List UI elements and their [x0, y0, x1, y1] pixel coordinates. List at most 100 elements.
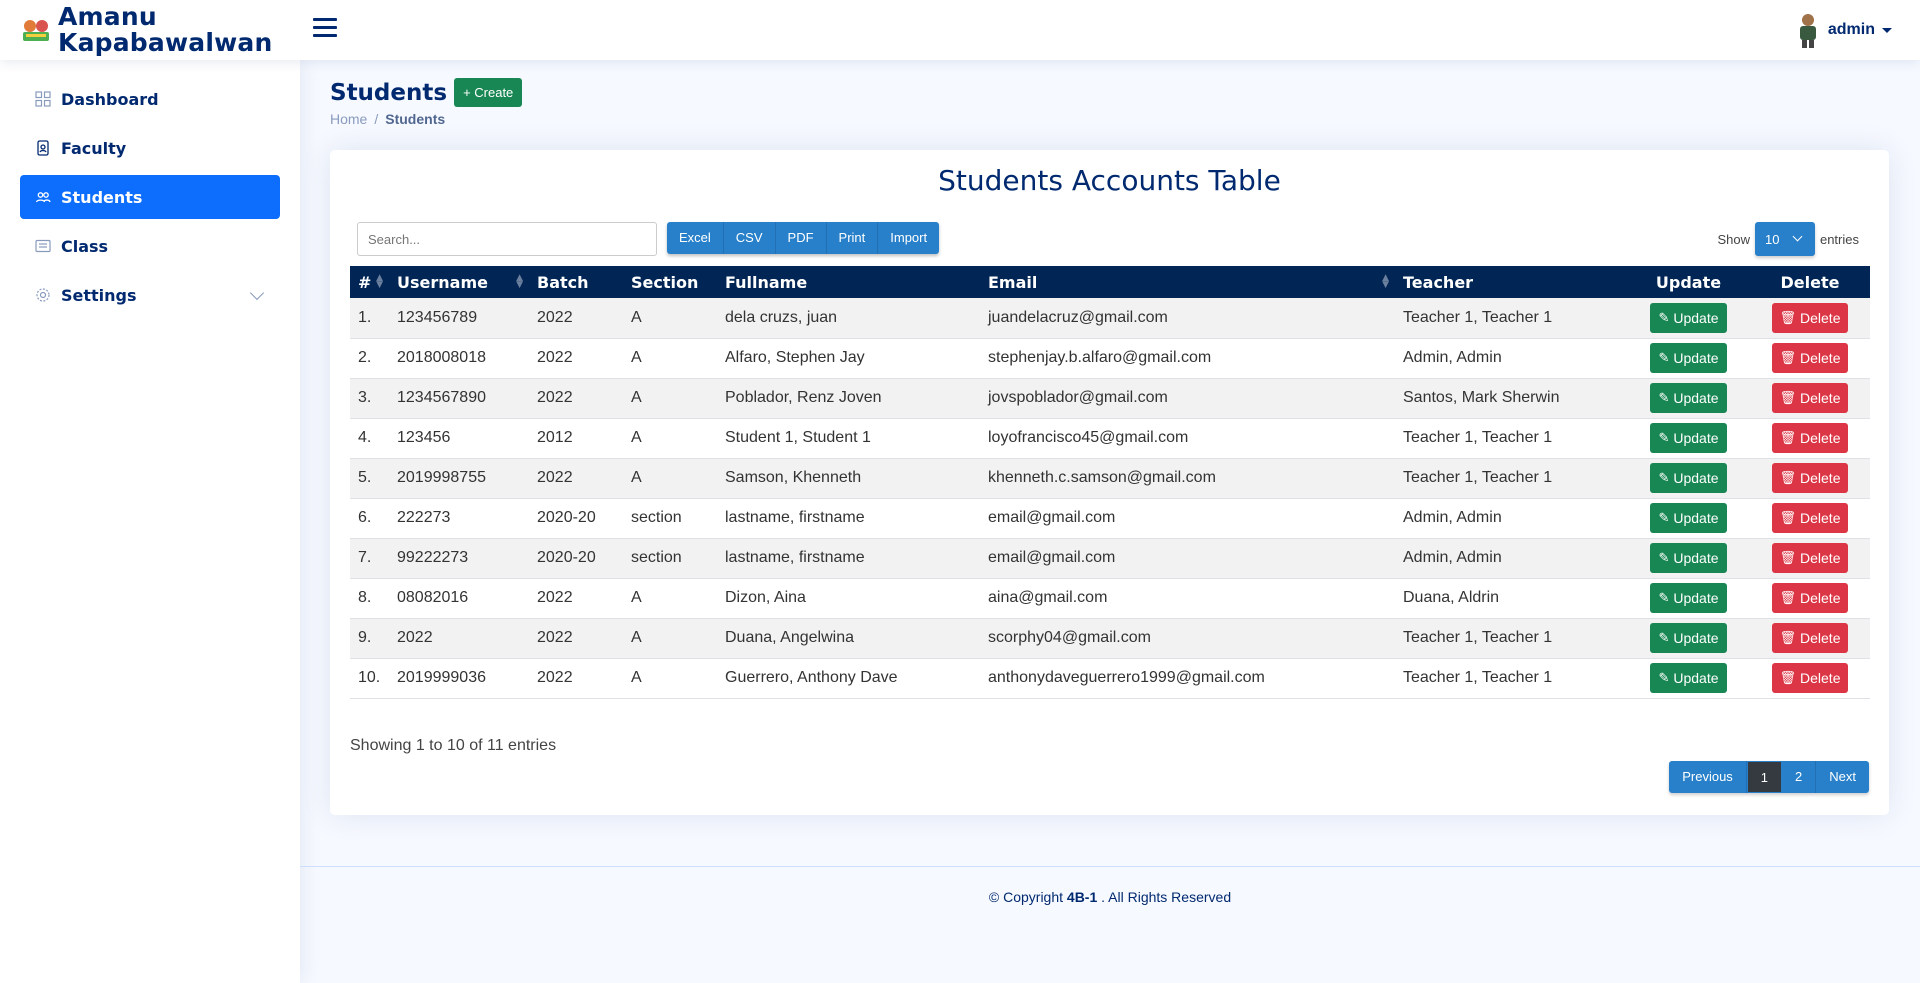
update-button[interactable]: ✎ Update	[1650, 302, 1727, 333]
import-button[interactable]: Import	[878, 222, 940, 254]
pencil-icon: ✎	[1658, 590, 1670, 605]
cell-delete: 🗑 Delete	[1750, 578, 1870, 618]
pencil-icon: ✎	[1658, 470, 1670, 485]
logo[interactable]: Amanu Kapabawalwan	[20, 4, 300, 56]
search-input[interactable]	[357, 222, 657, 256]
sidebar-item-dashboard[interactable]: Dashboard	[20, 77, 280, 121]
delete-button[interactable]: 🗑 Delete	[1771, 343, 1849, 373]
table-row: 5. 2019998755 2022 A Samson, Khenneth khennet…	[350, 458, 1870, 498]
csv-button[interactable]: CSV	[723, 222, 776, 254]
sidebar-item-class[interactable]: Class	[20, 224, 280, 268]
trash-icon: 🗑	[1779, 430, 1797, 445]
update-label: Update	[1673, 630, 1719, 646]
pencil-icon: ✎	[1658, 309, 1670, 325]
trash-icon: 🗑	[1779, 670, 1797, 685]
update-label: Update	[1673, 309, 1719, 326]
page-length-select[interactable]: 10	[1754, 222, 1815, 256]
column-header-update: Update	[1655, 272, 1722, 292]
pdf-button[interactable]: PDF	[775, 222, 827, 254]
breadcrumb-separator: /	[374, 111, 379, 127]
toggle-sidebar-icon[interactable]	[313, 18, 337, 42]
delete-label: Delete	[1800, 390, 1841, 406]
column-header-delete: Delete	[1780, 272, 1840, 292]
column-header-teacher[interactable]: Teacher	[1395, 266, 1627, 298]
previous-page-button[interactable]: Previous	[1669, 761, 1747, 793]
trash-icon: 🗑	[1779, 550, 1797, 565]
update-button[interactable]: ✎ Update	[1650, 423, 1727, 453]
delete-button[interactable]: 🗑 Delete	[1771, 302, 1849, 333]
trash-icon: 🗑	[1779, 510, 1797, 525]
delete-label: Delete	[1800, 630, 1841, 646]
cell-batch: 2022	[537, 589, 573, 606]
delete-button[interactable]: 🗑 Delete	[1771, 423, 1849, 453]
cell-number: 2.	[358, 349, 372, 366]
cell-fullname: Duana, Angelwina	[725, 629, 854, 646]
update-button[interactable]: ✎ Update	[1650, 503, 1727, 533]
update-label: Update	[1673, 590, 1719, 606]
delete-label: Delete	[1800, 430, 1841, 446]
chevron-down-icon	[249, 285, 265, 301]
delete-button[interactable]: 🗑 Delete	[1771, 463, 1849, 493]
delete-button[interactable]: 🗑 Delete	[1771, 543, 1849, 573]
page-1-button[interactable]: 1	[1746, 761, 1783, 793]
cell-teacher: Teacher 1, Teacher 1	[1403, 669, 1553, 686]
sidebar-item-label: Students	[61, 187, 143, 207]
create-button[interactable]: + Create	[454, 78, 523, 107]
update-button[interactable]: ✎ Update	[1650, 343, 1727, 373]
cell-batch: 2022	[537, 469, 573, 486]
update-button[interactable]: ✎ Update	[1650, 383, 1727, 413]
cell-email: aina@gmail.com	[988, 589, 1108, 606]
update-label: Update	[1673, 350, 1719, 366]
cell-email: scorphy04@gmail.com	[988, 629, 1151, 646]
sidebar-item-settings[interactable]: Settings	[20, 273, 280, 317]
update-button[interactable]: ✎ Update	[1650, 663, 1727, 693]
sidebar-item-label: Faculty	[61, 138, 127, 158]
delete-label: Delete	[1800, 510, 1841, 526]
page-2-button[interactable]: 2	[1782, 761, 1817, 793]
app-title-line1: Amanu	[58, 2, 157, 31]
excel-button[interactable]: Excel	[667, 222, 724, 254]
profile-dropdown[interactable]: admin	[1796, 12, 1892, 48]
column-header-batch[interactable]: Batch	[529, 266, 623, 298]
delete-label: Delete	[1800, 470, 1841, 486]
print-button[interactable]: Print	[826, 222, 879, 254]
update-button[interactable]: ✎ Update	[1650, 463, 1727, 493]
update-button[interactable]: ✎ Update	[1650, 543, 1727, 573]
breadcrumb-home[interactable]: Home	[330, 111, 367, 127]
table-info: Showing 1 to 10 of 11 entries	[350, 737, 557, 754]
column-header-number[interactable]: # ▲ ▼	[350, 266, 389, 298]
delete-button[interactable]: 🗑 Delete	[1771, 503, 1849, 533]
cell-teacher: Admin, Admin	[1403, 509, 1502, 526]
trash-icon: 🗑	[1779, 309, 1797, 325]
delete-button[interactable]: 🗑 Delete	[1771, 383, 1849, 413]
cell-email: email@gmail.com	[988, 509, 1116, 526]
cell-email: loyofrancisco45@gmail.com	[988, 429, 1189, 446]
pencil-icon: ✎	[1658, 630, 1670, 645]
trash-icon: 🗑	[1779, 630, 1797, 645]
cell-number: 3.	[358, 389, 372, 406]
delete-button[interactable]: 🗑 Delete	[1771, 623, 1849, 653]
pencil-icon: ✎	[1658, 390, 1670, 405]
column-header-section[interactable]: Section	[623, 266, 717, 298]
cell-number: 7.	[358, 549, 372, 566]
delete-button[interactable]: 🗑 Delete	[1771, 663, 1849, 693]
cell-delete: 🗑 Delete	[1750, 618, 1870, 658]
delete-button[interactable]: 🗑 Delete	[1771, 583, 1849, 613]
column-header-email[interactable]: Email ▲ ▼	[980, 266, 1395, 298]
column-header-username[interactable]: Username ▲ ▼	[389, 266, 529, 298]
cell-update: ✎ Update	[1627, 538, 1750, 578]
update-button[interactable]: ✎ Update	[1650, 583, 1727, 613]
next-page-button[interactable]: Next	[1816, 761, 1869, 793]
cell-batch: 2022	[537, 308, 573, 326]
cell-username: 123456	[397, 429, 451, 446]
column-header-fullname[interactable]: Fullname	[717, 266, 980, 298]
breadcrumb: Home / Students	[330, 111, 522, 127]
chevron-down-icon	[1792, 231, 1803, 242]
pencil-icon: ✎	[1658, 550, 1670, 565]
sidebar-item-faculty[interactable]: Faculty	[20, 126, 280, 170]
pencil-icon: ✎	[1658, 430, 1670, 445]
table-row: 4. 123456 2012 A Student 1, Student 1 loyofra…	[350, 418, 1870, 458]
update-button[interactable]: ✎ Update	[1650, 623, 1727, 653]
sidebar-item-students[interactable]: Students	[20, 175, 280, 219]
cell-delete: 🗑 Delete	[1750, 418, 1870, 458]
